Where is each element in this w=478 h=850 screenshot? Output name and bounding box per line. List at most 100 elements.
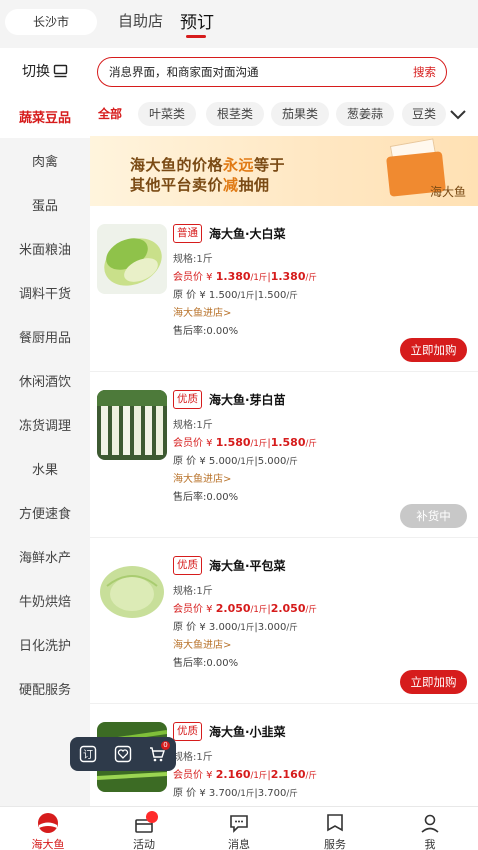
- subcategory-leafy[interactable]: 叶菜类: [138, 102, 196, 126]
- nav-messages[interactable]: 消息: [191, 807, 287, 850]
- svg-text:订: 订: [83, 749, 93, 761]
- original-price: 原 价 ¥ 5.000/1斤|5.000/斤: [173, 456, 298, 467]
- store-link[interactable]: 海大鱼进店>: [173, 636, 231, 651]
- original-price: 原 价 ¥ 1.500/1斤|1.500/斤: [173, 290, 298, 301]
- sidebar-item-frozen-food[interactable]: 冻货调理: [0, 402, 90, 446]
- bottom-navigation: 海大鱼 活动 消息 服务 我: [0, 806, 478, 850]
- product-name[interactable]: 海大鱼·大白菜: [209, 225, 286, 242]
- original-price: 原 价 ¥ 3.700/1斤|3.700/斤: [173, 788, 298, 799]
- subcategory-tabs: 全部 叶菜类 根茎类 茄果类 葱姜蒜 豆类: [90, 102, 478, 126]
- banner-text-2a: 其他平台卖价: [130, 176, 224, 194]
- floating-toolbar: 订 0: [70, 737, 176, 771]
- banner-text-1c: 等于: [254, 156, 286, 174]
- product-image-flat-cabbage[interactable]: [97, 556, 167, 626]
- subcategory-all[interactable]: 全部: [93, 102, 127, 126]
- product-image-napa-cabbage[interactable]: [97, 224, 167, 294]
- sidebar-item-daily-chemicals[interactable]: 日化洗护: [0, 622, 90, 666]
- member-price: 会员价 ¥ 1.380/1斤|1.380/斤: [173, 270, 317, 283]
- sidebar-item-kitchen-supplies[interactable]: 餐厨用品: [0, 314, 90, 358]
- sidebar-item-snacks-drinks[interactable]: 休闲酒饮: [0, 358, 90, 402]
- switch-icon: [53, 64, 68, 77]
- nav-label-activity: 活动: [133, 838, 155, 850]
- favorite-icon[interactable]: [114, 745, 132, 763]
- home-logo-icon: [38, 813, 58, 833]
- product-name[interactable]: 海大鱼·小韭菜: [209, 723, 286, 740]
- sidebar-item-eggs[interactable]: 蛋品: [0, 182, 90, 226]
- service-icon: [327, 814, 343, 832]
- add-to-cart-button[interactable]: 立即加购: [400, 338, 467, 362]
- subcategory-onion-ginger-garlic[interactable]: 葱姜蒜: [336, 102, 394, 126]
- sidebar-item-hardware-services[interactable]: 硬配服务: [0, 666, 90, 710]
- tab-preorder[interactable]: 预订: [180, 8, 214, 33]
- nav-label-service: 服务: [324, 838, 346, 850]
- banner-line-2: 其他平台卖价减抽佣: [130, 174, 270, 195]
- add-to-cart-button[interactable]: 立即加购: [400, 670, 467, 694]
- active-tab-indicator: [186, 35, 206, 38]
- product-name[interactable]: 海大鱼·芽白苗: [209, 391, 286, 408]
- nav-label-messages: 消息: [228, 838, 250, 850]
- message-icon: [230, 815, 248, 833]
- after-sale-rate: 售后率:0.00%: [173, 326, 239, 337]
- banner-text-1a: 海大鱼的价格: [130, 156, 224, 174]
- quality-badge: 普通: [173, 224, 202, 243]
- store-link[interactable]: 海大鱼进店>: [173, 470, 231, 485]
- store-link[interactable]: 海大鱼进店>: [173, 304, 231, 319]
- sidebar-item-fruit[interactable]: 水果: [0, 446, 90, 490]
- sidebar-item-milk-bakery[interactable]: 牛奶烘焙: [0, 578, 90, 622]
- sidebar-item-instant-food[interactable]: 方便速食: [0, 490, 90, 534]
- nav-home[interactable]: 海大鱼: [0, 807, 96, 850]
- product-spec: 规格:1斤: [173, 254, 213, 265]
- nav-label-profile: 我: [424, 838, 436, 850]
- subcategory-root-stem[interactable]: 根茎类: [206, 102, 264, 126]
- banner-text-1b: 永远: [223, 156, 255, 174]
- product-spec: 规格:1斤: [173, 752, 213, 763]
- member-price: 会员价 ¥ 1.580/1斤|1.580/斤: [173, 436, 317, 449]
- product-card[interactable]: 优质 海大鱼·芽白苗 规格:1斤 会员价 ¥ 1.580/1斤|1.580/斤 …: [90, 372, 478, 538]
- banner-logo: 海大鱼: [429, 185, 466, 199]
- order-icon[interactable]: 订: [79, 745, 97, 763]
- search-input[interactable]: 消息界面，和商家面对面沟通: [109, 65, 259, 79]
- main-content: 消息界面，和商家面对面沟通 搜索 全部 叶菜类 根茎类 茄果类 葱姜蒜 豆类 海…: [90, 48, 478, 806]
- nav-label-home: 海大鱼: [31, 838, 65, 850]
- switch-view-button[interactable]: 切换: [0, 48, 90, 94]
- subcategory-solanaceous[interactable]: 茄果类: [271, 102, 329, 126]
- member-price: 会员价 ¥ 2.050/1斤|2.050/斤: [173, 602, 317, 615]
- quality-badge: 优质: [173, 390, 202, 409]
- sidebar-item-seafood[interactable]: 海鲜水产: [0, 534, 90, 578]
- user-icon: [421, 814, 439, 833]
- nav-activity[interactable]: 活动: [96, 807, 192, 850]
- member-price: 会员价 ¥ 2.160/1斤|2.160/斤: [173, 768, 317, 781]
- promo-banner[interactable]: 海大鱼的价格永远等于 其他平台卖价减抽佣 海大鱼: [90, 136, 478, 206]
- cart-count-badge: 0: [161, 741, 170, 750]
- banner-line-1: 海大鱼的价格永远等于: [130, 154, 285, 175]
- banner-text-2c: 抽佣: [238, 176, 270, 194]
- sidebar-item-rice-noodle-oil[interactable]: 米面粮油: [0, 226, 90, 270]
- top-bar: 长沙市 自助店 预订: [0, 0, 478, 44]
- product-name[interactable]: 海大鱼·平包菜: [209, 557, 286, 574]
- tab-self-service-store[interactable]: 自助店: [118, 10, 163, 31]
- product-spec: 规格:1斤: [173, 586, 213, 597]
- banner-text-2b: 减: [223, 176, 239, 194]
- restocking-button: 补货中: [400, 504, 467, 528]
- product-spec: 规格:1斤: [173, 420, 213, 431]
- product-card[interactable]: 优质 海大鱼·平包菜 规格:1斤 会员价 ¥ 2.050/1斤|2.050/斤 …: [90, 538, 478, 704]
- nav-profile[interactable]: 我: [382, 807, 478, 850]
- search-button[interactable]: 搜索: [413, 58, 436, 86]
- switch-label: 切换: [22, 64, 50, 80]
- quality-badge: 优质: [173, 556, 202, 575]
- after-sale-rate: 售后率:0.00%: [173, 492, 239, 503]
- nav-service[interactable]: 服务: [287, 807, 383, 850]
- category-sidebar: 切换 蔬菜豆品 肉禽 蛋品 米面粮油 调料干货 餐厨用品 休闲酒饮 冻货调理 水…: [0, 48, 90, 713]
- search-bar[interactable]: 消息界面，和商家面对面沟通 搜索: [97, 57, 447, 87]
- product-card[interactable]: 普通 海大鱼·大白菜 规格:1斤 会员价 ¥ 1.380/1斤|1.380/斤 …: [90, 206, 478, 372]
- product-image-baby-bok-choy[interactable]: [97, 390, 167, 460]
- subcategory-beans[interactable]: 豆类: [402, 102, 446, 126]
- activity-notification-dot: [146, 811, 158, 823]
- sidebar-item-meat-poultry[interactable]: 肉禽: [0, 138, 90, 182]
- after-sale-rate: 售后率:0.00%: [173, 658, 239, 669]
- quality-badge: 优质: [173, 722, 202, 741]
- sidebar-item-vegetables-beans[interactable]: 蔬菜豆品: [0, 94, 90, 138]
- city-selector[interactable]: 长沙市: [5, 9, 97, 35]
- chevron-down-icon[interactable]: [448, 104, 468, 124]
- sidebar-item-seasoning-dry-goods[interactable]: 调料干货: [0, 270, 90, 314]
